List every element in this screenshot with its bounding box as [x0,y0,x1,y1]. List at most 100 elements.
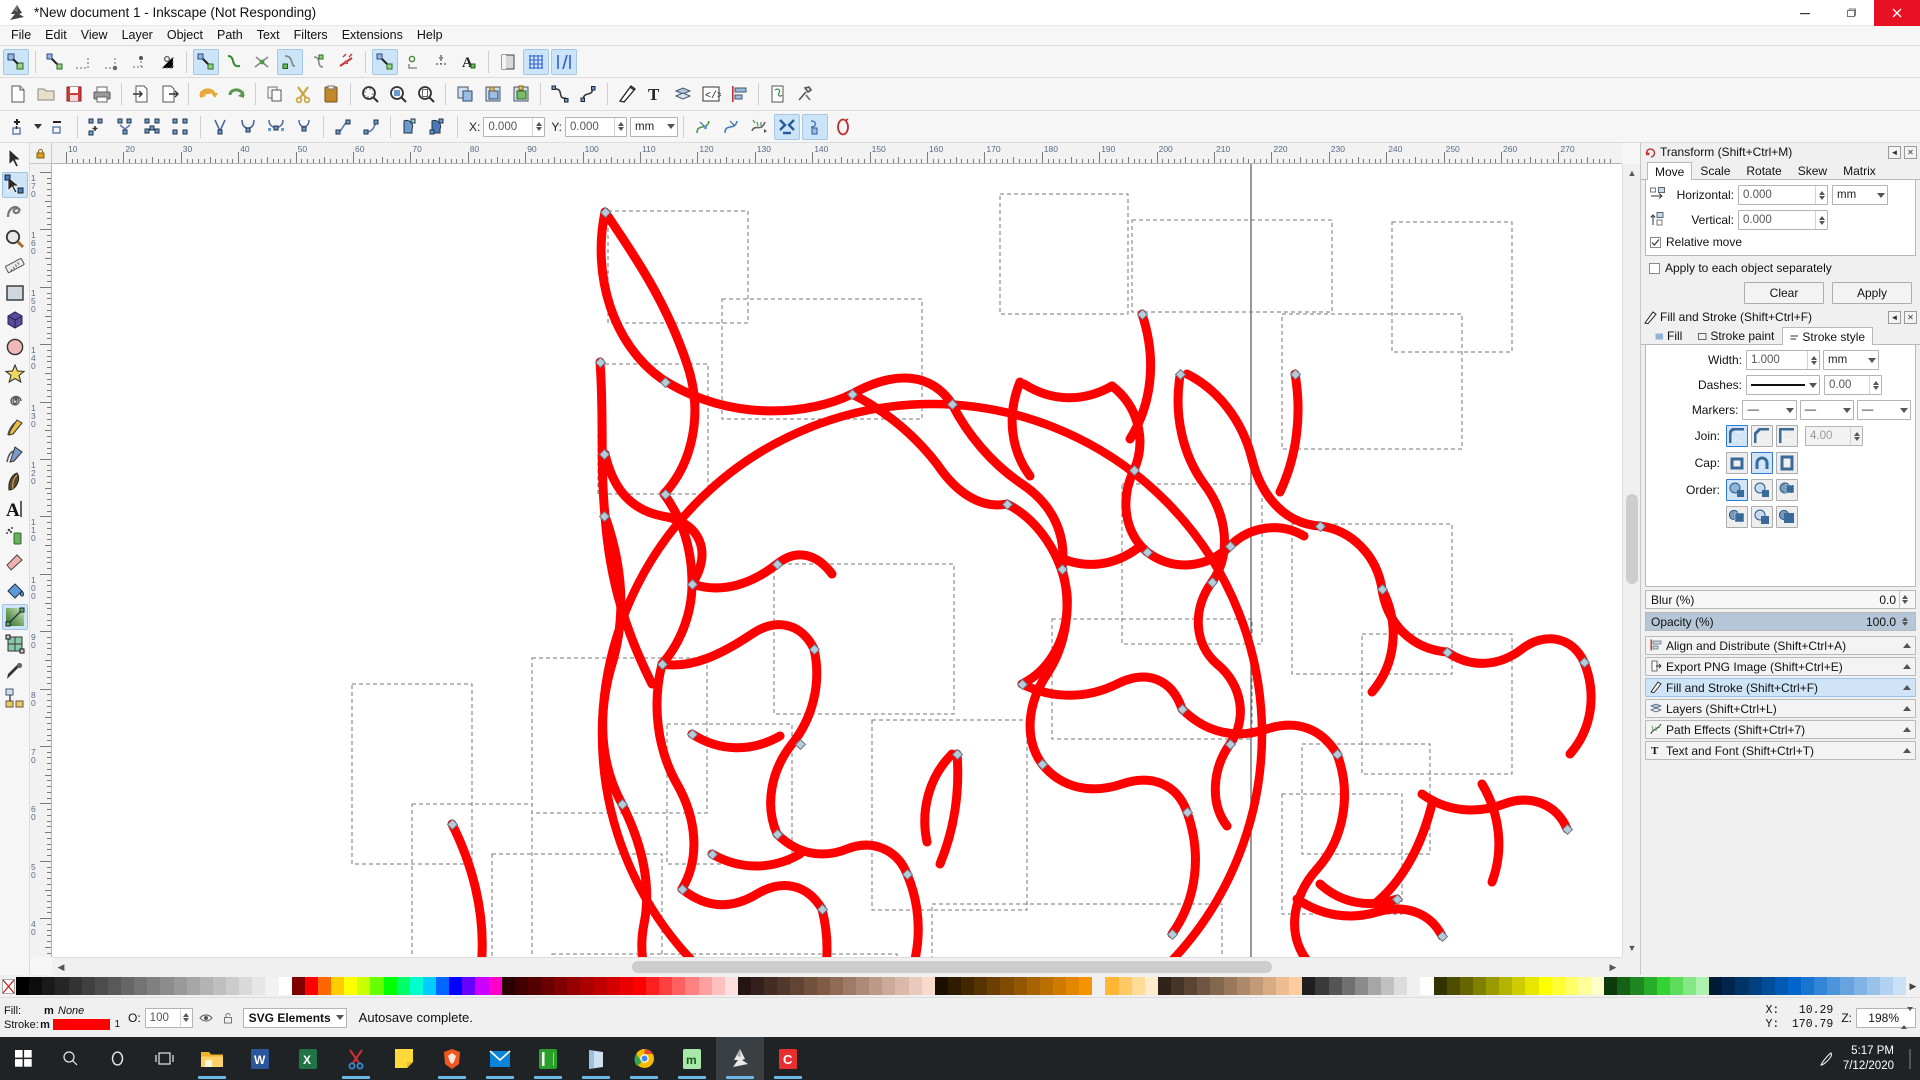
menu-layer[interactable]: Layer [115,26,160,45]
palette-swatch[interactable] [1197,977,1211,995]
vertical-spinner[interactable] [1815,211,1827,229]
vertical-ruler[interactable]: 1701601501401301201101009080706050403020 [30,164,52,957]
snap-line-midpoints-button[interactable] [333,49,359,75]
tab-stroke-paint[interactable]: Stroke paint [1690,326,1782,344]
palette-swatch[interactable] [1656,977,1670,995]
snipping-tool-icon[interactable] [332,1037,380,1080]
make-corner-icon[interactable] [207,114,233,140]
spiral-tool[interactable] [2,388,28,414]
palette-swatch[interactable] [1735,977,1749,995]
palette-swatch[interactable] [554,977,568,995]
palette-swatch[interactable] [1499,977,1513,995]
palette-swatch[interactable] [1866,977,1880,995]
join-with-segment-icon[interactable] [140,114,166,140]
stroke-width-units-combo[interactable]: mm [1823,350,1879,370]
close-button[interactable] [1874,0,1920,26]
google-chrome-icon[interactable] [620,1037,668,1080]
show-path-outline-icon[interactable] [746,114,772,140]
palette-swatch[interactable] [107,977,121,995]
next-path-effect-icon[interactable] [830,114,856,140]
dock-align-distribute[interactable]: Align and Distribute (Shift+Ctrl+A) [1645,636,1916,655]
palette-swatch[interactable] [580,977,594,995]
curve-segment-icon[interactable] [358,114,384,140]
palette-swatch[interactable] [1486,977,1500,995]
palette-swatch[interactable] [934,977,948,995]
3dbox-tool[interactable] [2,307,28,333]
relative-move-checkbox[interactable] [1650,236,1661,248]
palette-swatch[interactable] [869,977,883,995]
palette-swatch[interactable] [344,977,358,995]
palette-swatch[interactable] [947,977,961,995]
palette-swatch[interactable] [1446,977,1460,995]
new-document-icon[interactable] [5,81,31,107]
zoom-input[interactable] [1856,1006,1916,1029]
palette-swatch[interactable] [317,977,331,995]
enable-snapping-button[interactable] [3,48,29,75]
text-font-dialog-icon[interactable]: T [642,81,668,107]
menu-path[interactable]: Path [210,26,250,45]
dock-fill-stroke[interactable]: Fill and Stroke (Shift+Ctrl+F) [1645,678,1916,697]
palette-swatch[interactable] [737,977,751,995]
layers-dialog-icon[interactable] [670,81,696,107]
snap-page-border-button[interactable] [495,49,521,75]
palette-swatch[interactable] [1249,977,1263,995]
palette-swatch[interactable] [593,977,607,995]
palette-swatch[interactable] [685,977,699,995]
taskbar-clock[interactable]: 5:17 PM 7/12/2020 [1843,1044,1906,1074]
palette-swatch[interactable] [1302,977,1316,995]
palette-swatch[interactable] [527,977,541,995]
palette-swatch[interactable] [1039,977,1053,995]
text-tool[interactable]: A [2,496,28,522]
show-mask-paths-icon[interactable] [802,113,829,140]
blur-spinner[interactable] [1899,591,1910,608]
no-color-swatch[interactable] [0,977,16,995]
snap-bbox-edge-midpoints-button[interactable] [126,49,152,75]
palette-swatch[interactable] [1131,977,1145,995]
menu-help[interactable]: Help [410,26,450,45]
palette-swatch[interactable] [764,977,778,995]
palette-swatch[interactable] [1604,977,1618,995]
calculator-icon[interactable] [524,1037,572,1080]
palette-swatch[interactable] [1171,977,1185,995]
palette-swatch[interactable] [1118,977,1132,995]
menu-filters[interactable]: Filters [287,26,335,45]
ruler-corner-lock-icon[interactable] [30,143,52,164]
layer-selector[interactable]: SVG Elements [242,1007,347,1028]
scroll-left-arrow[interactable]: ◀ [52,958,70,976]
palette-swatch[interactable] [1591,977,1605,995]
palette-swatch[interactable] [1564,977,1578,995]
make-symmetric-icon[interactable] [263,114,289,140]
palette-swatch[interactable] [488,977,502,995]
paint-bucket-tool[interactable] [2,577,28,603]
import-icon[interactable] [128,81,154,107]
mail-app-icon[interactable] [476,1037,524,1080]
marker-mid-combo[interactable]: — [1799,400,1854,420]
vertical-scrollbar[interactable]: ▲ ▼ [1622,164,1640,957]
dash-offset-spinner[interactable] [1869,376,1881,394]
tweak-tool[interactable] [2,199,28,225]
relative-move-row[interactable]: Relative move [1650,235,1911,249]
palette-swatch[interactable] [1367,977,1381,995]
palette-swatch[interactable] [1551,977,1565,995]
search-icon[interactable] [47,1037,94,1080]
snap-bbox-centers-button[interactable] [154,49,180,75]
tab-skew[interactable]: Skew [1790,161,1835,179]
object-to-path-icon[interactable] [547,81,573,107]
palette-swatch[interactable] [357,977,371,995]
stroke-color-swatch[interactable] [52,1019,111,1030]
snap-rotation-centers-button[interactable] [428,49,454,75]
palette-swatch[interactable] [777,977,791,995]
fill-stroke-close-button[interactable]: ✕ [1904,310,1917,324]
order-variant-5-button[interactable] [1751,506,1773,528]
palette-swatch[interactable] [81,977,95,995]
stroke-to-path-icon[interactable] [575,81,601,107]
opacity-status-input[interactable] [144,1007,193,1028]
menu-object[interactable]: Object [160,26,210,45]
order-variant-4-button[interactable] [1726,506,1748,528]
palette-swatch[interactable] [1814,977,1828,995]
palette-swatch[interactable] [541,977,555,995]
open-document-icon[interactable] [33,81,59,107]
palette-swatch[interactable] [396,977,410,995]
snap-path-intersections-button[interactable] [249,49,275,75]
show-bezier-handles-icon[interactable] [718,114,744,140]
